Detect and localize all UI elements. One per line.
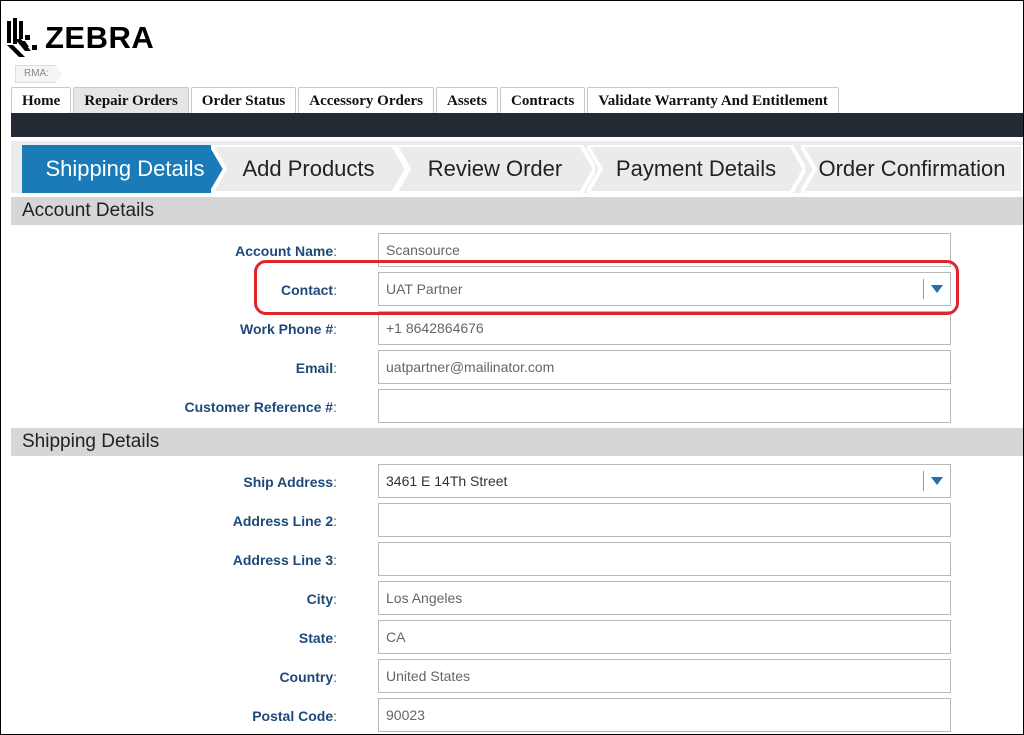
tab-contracts[interactable]: Contracts (500, 87, 586, 113)
zebra-logo-icon (7, 18, 37, 57)
address-line-2-input[interactable] (378, 503, 951, 537)
logo-text: ZEBRA (45, 19, 155, 55)
account-name-label: Account Name: (235, 243, 337, 259)
state-field[interactable]: CA (378, 620, 951, 654)
address-line-3-label: Address Line 3: (232, 552, 337, 568)
step-order-confirmation[interactable]: Order Confirmation (801, 145, 1023, 193)
nav-bar (11, 113, 1023, 137)
work-phone-field[interactable]: +1 8642864676 (378, 311, 951, 345)
ship-address-value: 3461 E 14Th Street (386, 473, 508, 489)
email-label: Email: (295, 360, 337, 376)
step-label: Shipping Details (45, 156, 205, 181)
app-window: ZEBRA RMA: Home Repair Orders Order Stat… (0, 0, 1024, 735)
state-label: State: (298, 630, 337, 646)
postal-code-label: Postal Code: (252, 708, 337, 724)
tab-repair-orders[interactable]: Repair Orders (73, 87, 189, 113)
step-shipping-details[interactable]: Shipping Details (22, 145, 228, 193)
step-label: Order Confirmation (818, 156, 1006, 181)
ship-address-label: Ship Address: (243, 474, 337, 490)
tab-validate-warranty[interactable]: Validate Warranty And Entitlement (587, 87, 839, 113)
breadcrumb[interactable]: RMA: (15, 65, 63, 83)
step-add-products[interactable]: Add Products (211, 145, 410, 193)
city-field[interactable]: Los Angeles (378, 581, 951, 615)
chevron-down-icon[interactable] (923, 471, 950, 491)
account-name-field[interactable]: Scansource (378, 233, 951, 267)
tab-order-status[interactable]: Order Status (190, 87, 297, 113)
contact-value: UAT Partner (386, 281, 463, 297)
email-field[interactable]: uatpartner@mailinator.com (378, 350, 951, 384)
step-label: Review Order (427, 156, 563, 181)
contact-label: Contact: (280, 282, 337, 298)
tab-assets[interactable]: Assets (436, 87, 498, 113)
tab-home[interactable]: Home (11, 87, 72, 113)
address-line-2-label: Address Line 2: (232, 513, 337, 529)
work-phone-label: Work Phone #: (240, 321, 337, 337)
address-line-3-input[interactable] (378, 542, 951, 576)
ship-address-select[interactable]: 3461 E 14Th Street (378, 464, 951, 498)
step-review-order[interactable]: Review Order (395, 145, 595, 193)
step-label: Add Products (242, 156, 375, 181)
postal-code-field[interactable]: 90023 (378, 698, 951, 732)
contact-select[interactable]: UAT Partner (378, 272, 951, 306)
zebra-logo[interactable]: ZEBRA (5, 15, 154, 59)
section-shipping-details: Shipping Details (11, 428, 1023, 456)
step-label: Payment Details (615, 156, 777, 181)
step-payment-details[interactable]: Payment Details (587, 145, 805, 193)
city-label: City: (306, 591, 337, 607)
customer-reference-input[interactable] (378, 389, 951, 423)
country-label: Country: (279, 669, 337, 685)
tab-accessory-orders[interactable]: Accessory Orders (298, 87, 434, 113)
country-field[interactable]: United States (378, 659, 951, 693)
chevron-down-icon[interactable] (923, 279, 950, 299)
section-account-details: Account Details (11, 197, 1023, 225)
main-nav-tabs: Home Repair Orders Order Status Accessor… (11, 87, 841, 113)
progress-steps: Shipping Details Add Products Review Ord… (11, 141, 1023, 193)
customer-reference-label: Customer Reference #: (184, 399, 337, 415)
